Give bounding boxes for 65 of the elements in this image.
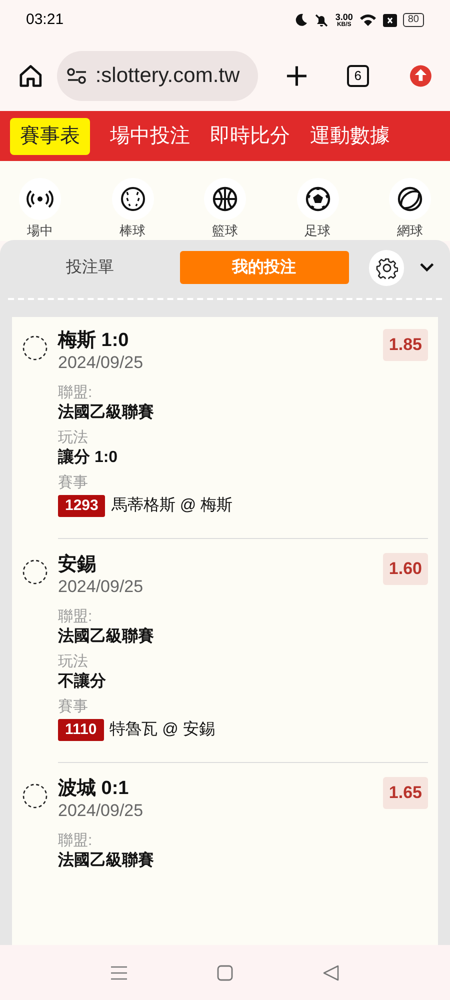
site-settings-icon[interactable] [67,68,88,84]
sport-button[interactable] [204,178,246,220]
field-label: 賽事 [58,473,89,492]
chevron-down-icon[interactable] [420,263,434,272]
field-value: 法國乙級聯賽 [58,850,155,871]
network-speed: 3.00 [335,12,353,22]
battery-indicator: 80 [402,13,424,27]
url-field[interactable]: :slottery.com.tw [57,50,258,100]
sport-button[interactable] [389,178,431,220]
tennis-icon [395,184,425,214]
sport-button[interactable] [296,178,338,220]
select-circle-icon[interactable] [22,335,48,361]
muted-bell-icon [314,12,330,28]
sport-label: 足球 [304,223,330,239]
status-time: 03:21 [26,10,64,30]
field-label: 玩法 [58,428,89,447]
sport-label: 籃球 [212,223,238,239]
home-nav-icon[interactable] [217,964,233,980]
field-label: 聯盟: [58,383,94,402]
field-value: 法國乙級聯賽 [58,402,155,423]
menu-icon[interactable] [111,966,127,980]
field-value: 不讓分 [58,671,107,692]
field-value: 特魯瓦 @ 安錫 [110,720,215,740]
nav-tab[interactable]: 賽事表 [10,118,90,154]
url-text: :slottery.com.tw [95,62,240,89]
bet-date: 2024/09/25 [58,353,144,373]
match-code-badge: 1110 [58,719,104,741]
moon-icon [294,13,308,27]
bet-title: 波城 0:1 [58,777,130,801]
settings-icon [376,256,398,278]
sport-button[interactable] [19,178,61,220]
sport-label: 場中 [27,223,53,239]
settings-button[interactable] [368,250,404,286]
bet-date: 2024/09/25 [58,577,144,597]
panel-tab[interactable]: 投注單 [16,251,164,284]
home-icon[interactable] [18,62,44,88]
back-icon[interactable] [323,964,339,980]
tab-count-button[interactable]: 6 [347,64,369,86]
nav-tab[interactable]: 場中投注 [110,118,190,154]
sport-button[interactable] [112,178,154,220]
field-label: 玩法 [58,652,89,671]
plus-icon[interactable] [286,64,308,86]
field-value: 馬蒂格斯 @ 梅斯 [111,496,233,516]
select-circle-icon[interactable] [22,783,48,809]
field-value: 法國乙級聯賽 [58,626,155,647]
sim-icon [382,14,397,26]
field-label: 聯盟: [58,831,94,850]
odds-badge: 1.60 [382,553,428,584]
field-label: 聯盟: [58,607,94,626]
upload-icon[interactable] [408,64,432,88]
match-code-badge: 1293 [58,495,106,517]
bet-title: 梅斯 1:0 [58,329,130,353]
basketball-icon [210,184,240,214]
odds-badge: 1.85 [382,329,428,360]
bet-title: 安錫 [58,553,97,577]
sport-label: 棒球 [120,223,146,239]
bet-date: 2024/09/25 [58,801,144,821]
nav-tab[interactable]: 即時比分 [210,118,290,154]
select-circle-icon[interactable] [22,559,48,585]
odds-badge: 1.65 [382,777,428,808]
sport-label: 網球 [397,223,423,239]
field-label: 賽事 [58,697,89,716]
wifi-icon [358,13,377,27]
field-value: 讓分 1:0 [58,447,119,468]
nav-tab[interactable]: 運動數據 [310,118,390,154]
